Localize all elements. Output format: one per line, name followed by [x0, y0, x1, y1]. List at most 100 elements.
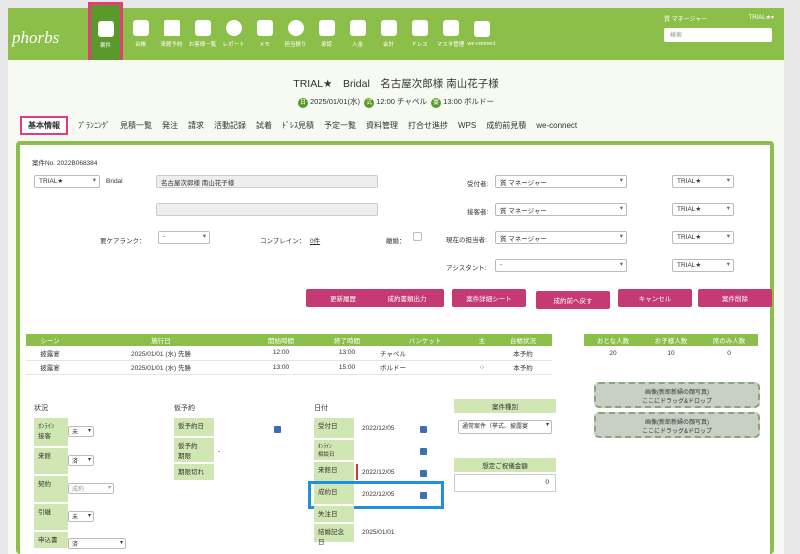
- current-tenant-select[interactable]: TRIAL★: [672, 231, 734, 244]
- nav-case[interactable]: 案件: [88, 2, 123, 68]
- tab-dress-estimate[interactable]: ﾄﾞﾚｽ見積: [282, 120, 314, 131]
- tab-wps[interactable]: WPS: [458, 121, 476, 130]
- table-row[interactable]: 披露宴 2025/01/01 (水) 先勝 13:00 15:00 ボルドー ○…: [26, 360, 552, 375]
- dress-icon: [411, 20, 428, 36]
- contract-docs-button[interactable]: 成約書類出力: [370, 289, 444, 307]
- gear-icon: [442, 20, 459, 36]
- table-row: 20 10 0: [609, 349, 731, 357]
- visit-date-value[interactable]: 2022/12/05: [362, 469, 395, 476]
- type-label: Bridal: [106, 178, 123, 185]
- case-detail-sheet-button[interactable]: 案件詳細シート: [452, 289, 526, 307]
- assistant-tenant-select[interactable]: TRIAL★: [672, 259, 734, 272]
- online-consult-label: ｵﾝﾗｲﾝ 相談日: [314, 440, 354, 460]
- nav-customers[interactable]: お客様一覧: [187, 8, 218, 60]
- receiver-select[interactable]: 質 マネージャー: [495, 175, 627, 188]
- current-staff-select[interactable]: 質 マネージャー: [495, 231, 627, 244]
- brand-logo[interactable]: phorbs: [12, 28, 59, 48]
- case-type-select[interactable]: 通常案件（挙式、披露宴: [458, 420, 552, 434]
- tab-activity[interactable]: 活動記録: [214, 120, 246, 131]
- secondary-name-field[interactable]: [156, 203, 378, 216]
- photo-drop-zone[interactable]: 画像(新郎新婦の顔写真) ここにドラッグ&ドロップ: [594, 412, 760, 438]
- lost-date-label: 失注日: [314, 506, 354, 522]
- receiver-tenant-select[interactable]: TRIAL★: [672, 175, 734, 188]
- venue-select[interactable]: TRIAL★: [34, 175, 100, 188]
- tab-meeting-progress[interactable]: 打合せ進捗: [408, 120, 448, 131]
- status-label-contract: 契約: [34, 476, 68, 502]
- case-type-title: 案件種別: [454, 399, 556, 413]
- revert-pre-contract-button[interactable]: 成約前へ戻す: [536, 291, 610, 309]
- nav-dress[interactable]: ドレス: [404, 8, 435, 60]
- nav-report[interactable]: レポート: [218, 8, 249, 60]
- case-number: 案件No. 2022B068384: [32, 160, 98, 167]
- current-staff-label: 現在の担当者:: [446, 237, 487, 244]
- nav-master[interactable]: マスタ管理: [435, 8, 466, 60]
- nav-assign[interactable]: 担当振り: [280, 8, 311, 60]
- receiver-label: 受付者:: [467, 181, 489, 188]
- nav-ledger[interactable]: 台帳: [125, 8, 156, 60]
- status-application-select[interactable]: 済: [68, 538, 126, 549]
- received-date-value[interactable]: 2022/12/05: [362, 425, 395, 432]
- nav-payment[interactable]: 入金: [342, 8, 373, 60]
- gift-estimate-field[interactable]: 0: [454, 474, 556, 492]
- tab-estimates[interactable]: 見積一覧: [120, 120, 152, 131]
- status-handover-select[interactable]: 未: [68, 511, 94, 522]
- anniversary-label: 結婚記念日: [314, 524, 354, 546]
- case-tabs: 基本情報 ﾌﾟﾗﾝﾆﾝｸﾞ 見積一覧 発注 請求 活動記録 試着 ﾄﾞﾚｽ見積 …: [20, 114, 782, 136]
- tab-documents[interactable]: 資料管理: [366, 120, 398, 131]
- photo-drop-zone[interactable]: 画像(新郎新婦の顔写真) ここにドラッグ&ドロップ: [594, 382, 760, 408]
- anniversary-value[interactable]: 2025/01/01: [362, 529, 395, 536]
- cancel-button[interactable]: キャンセル: [618, 289, 692, 307]
- tab-schedule[interactable]: 予定一覧: [324, 120, 356, 131]
- complain-link[interactable]: 0件: [310, 235, 320, 245]
- contact-card-icon: [194, 20, 211, 36]
- tab-pre-contract[interactable]: 成約前見積: [486, 120, 526, 131]
- nav-memo[interactable]: メモ: [249, 8, 280, 60]
- status-online-select[interactable]: 未: [68, 426, 94, 437]
- schedule-table: シーン 施行日 開始時間 終了時間 バンケット 主 台帳状況 披露宴 2025/…: [26, 334, 552, 375]
- tab-fitting[interactable]: 試着: [256, 120, 272, 131]
- nav-we-connect[interactable]: we-connect: [466, 8, 497, 60]
- tab-planning[interactable]: ﾌﾟﾗﾝﾆﾝｸﾞ: [78, 120, 110, 131]
- tab-we-connect[interactable]: we-connect: [536, 121, 577, 130]
- search-input[interactable]: 検索: [664, 28, 772, 42]
- tab-billing[interactable]: 請求: [188, 120, 204, 131]
- care-rank-label: 要ケアランク：: [100, 238, 146, 245]
- table-row[interactable]: 披露宴 2025/01/01 (水) 先勝 12:00 13:00 チャペル 本…: [26, 346, 552, 361]
- couple-name-field[interactable]: 名古屋次郎様 南山花子様: [156, 175, 378, 188]
- calendar-icon[interactable]: [274, 426, 281, 433]
- people-gear-icon: [473, 21, 490, 37]
- expired-label: 期限切れ: [174, 464, 214, 480]
- separated-label: 離婚：: [386, 238, 406, 245]
- visit-date-label: 来館日: [314, 462, 354, 482]
- pie-chart-icon: [225, 20, 242, 36]
- user-name[interactable]: 質 マネージャー: [664, 14, 707, 23]
- care-rank-select[interactable]: -: [158, 231, 210, 244]
- delete-case-button[interactable]: 案件削除: [698, 289, 772, 307]
- clipboard-icon: [97, 21, 114, 37]
- nav-approval[interactable]: 承認: [311, 8, 342, 60]
- tab-orders[interactable]: 発注: [162, 120, 178, 131]
- calculator-icon: [380, 20, 397, 36]
- provisional-deadline-label: 仮予約 期限: [174, 438, 214, 462]
- calendar-icon[interactable]: [420, 448, 427, 455]
- status-label-visit: 来館: [34, 448, 68, 474]
- tab-basic-info[interactable]: 基本情報: [20, 115, 68, 135]
- separated-checkbox[interactable]: [413, 232, 422, 241]
- tenant-menu[interactable]: TRIAL★▾: [749, 14, 774, 23]
- provisional-deadline-value: -: [218, 448, 221, 455]
- assistant-label: アシスタント:: [446, 265, 487, 272]
- calendar-icon[interactable]: [420, 470, 427, 477]
- assistant-select[interactable]: -: [495, 259, 627, 272]
- guest-count-table: おとな人数 お子様人数 席のみ人数 20 10 0: [584, 334, 758, 360]
- calendar-icon[interactable]: [420, 426, 427, 433]
- status-contract-select[interactable]: 成約: [68, 483, 114, 494]
- update-history-button[interactable]: 更新履歴: [306, 289, 380, 307]
- nav-accounting[interactable]: 会計: [373, 8, 404, 60]
- calendar-icon: [132, 20, 149, 36]
- top-navbar: phorbs 案件 台帳 来館予約 お客様一覧 レポート メモ 担当振り 承認 …: [8, 2, 784, 68]
- contact-select[interactable]: 質 マネージャー: [495, 203, 627, 216]
- contact-tenant-select[interactable]: TRIAL★: [672, 203, 734, 216]
- provisional-date-label: 仮予約日: [174, 418, 214, 436]
- nav-visit-booking[interactable]: 来館予約: [156, 8, 187, 60]
- status-visit-select[interactable]: 済: [68, 455, 94, 466]
